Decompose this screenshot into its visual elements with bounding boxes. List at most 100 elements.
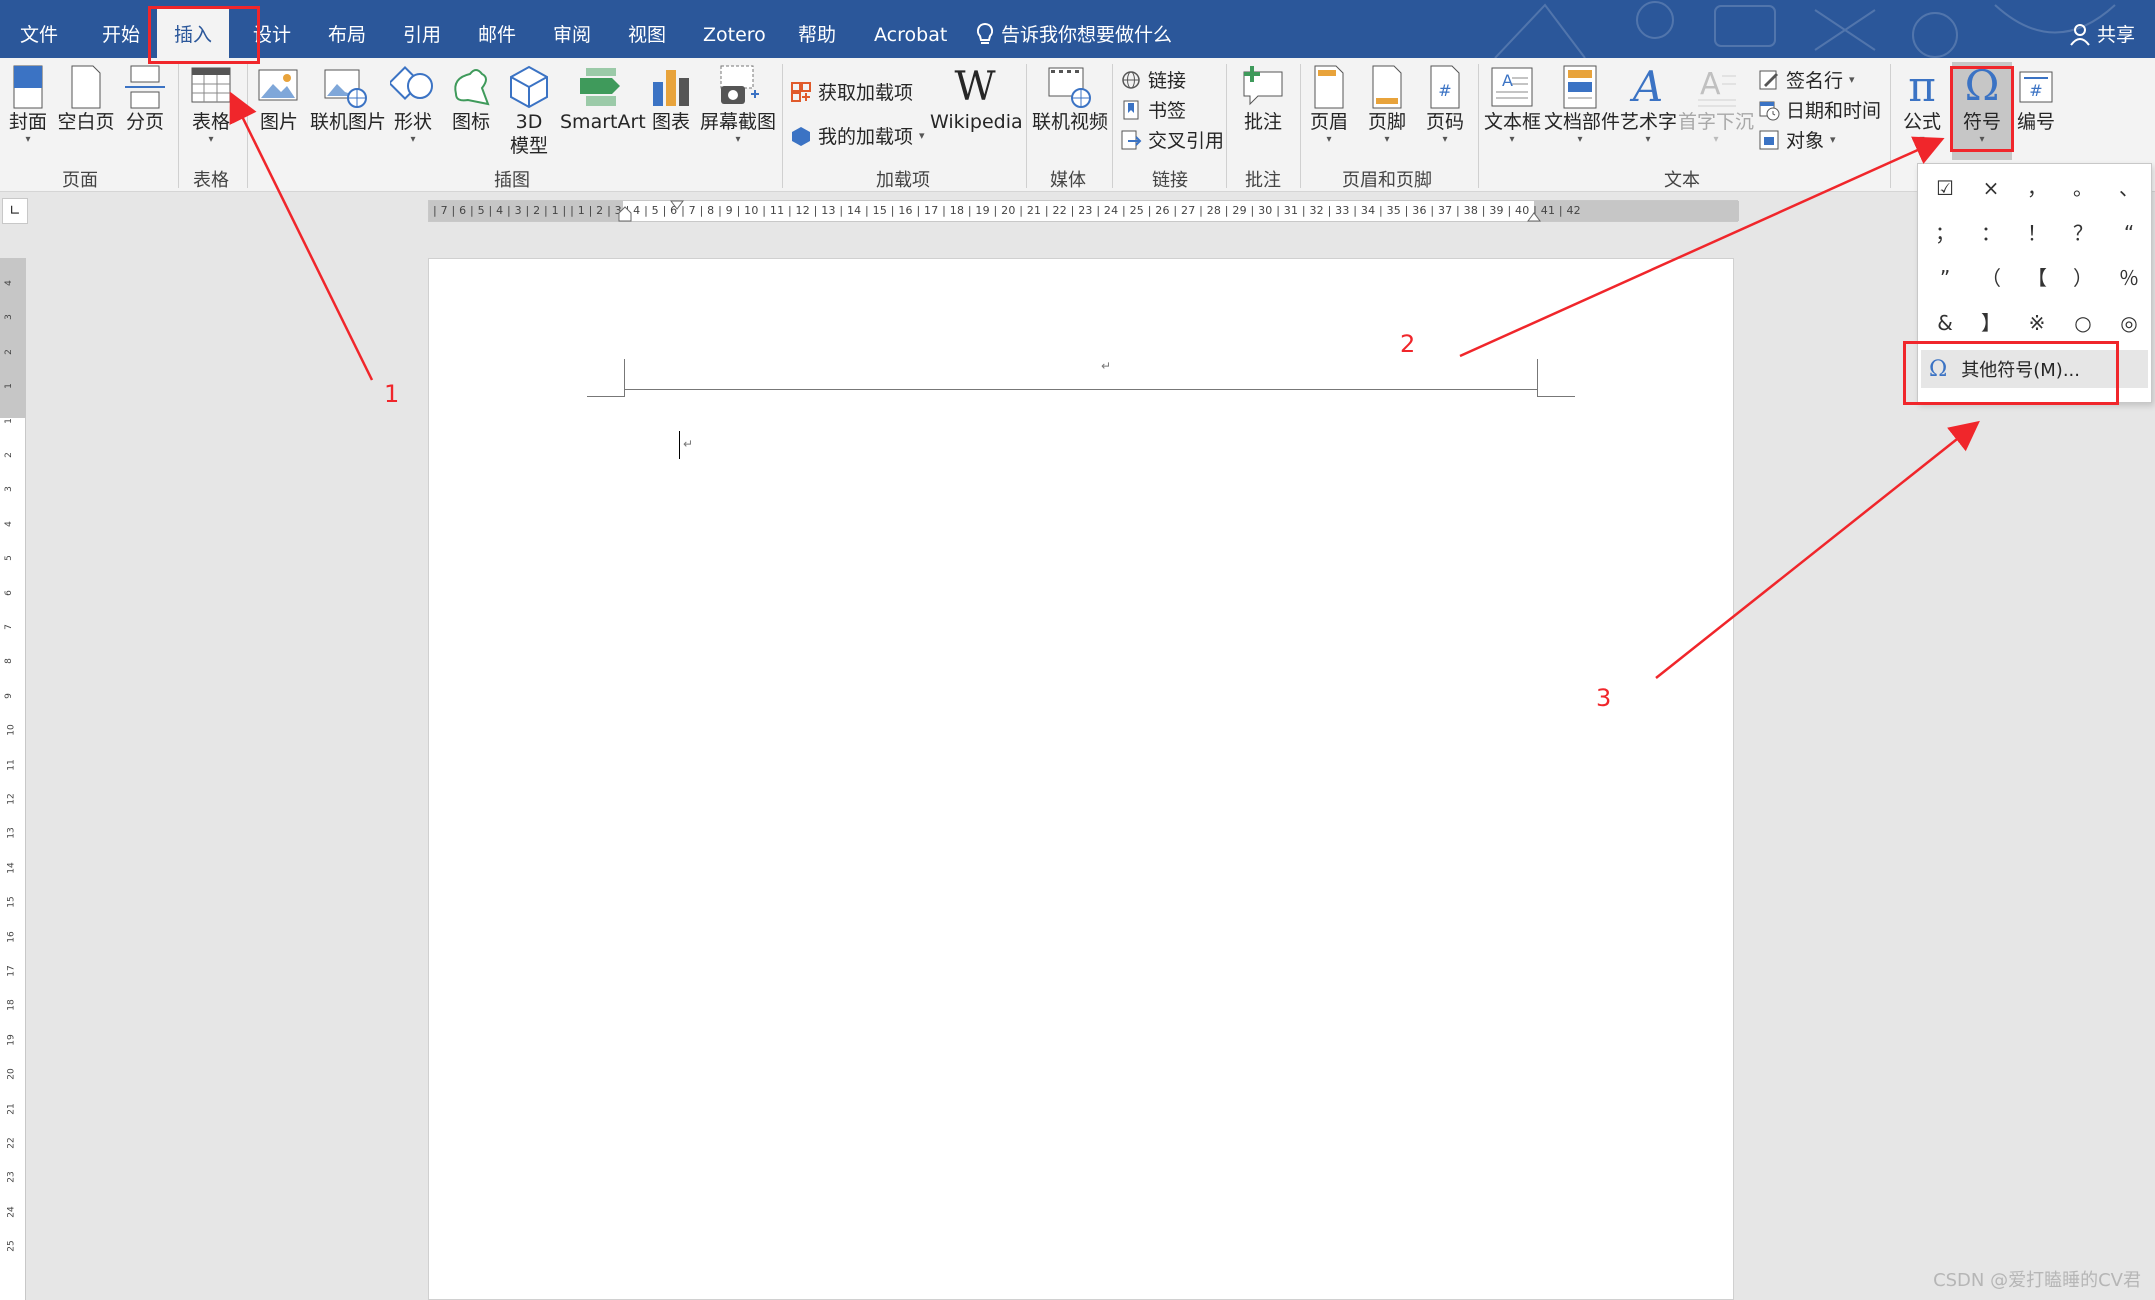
tab-view[interactable]: 视图 bbox=[628, 0, 666, 58]
signature-line-button[interactable]: 签名行 ▾ bbox=[1758, 66, 1855, 93]
number-button[interactable]: # 编号 bbox=[2010, 64, 2062, 134]
footer-icon bbox=[1372, 65, 1402, 109]
tab-zotero[interactable]: Zotero bbox=[703, 0, 766, 58]
drop-cap-button[interactable]: A 首字下沉 ▾ bbox=[1678, 64, 1754, 146]
chart-icon bbox=[653, 70, 689, 106]
vertical-ruler[interactable]: 4 3 2 1 1 2 3 4 5 6 7 8 9 10 11 12 13 14 15 16 17 18 19 20 21 22 2… bbox=[0, 258, 26, 1300]
get-addins-button[interactable]: 获取加载项 bbox=[790, 78, 913, 105]
blank-page-button[interactable]: 空白页 bbox=[56, 64, 116, 134]
horizontal-ruler[interactable]: | 7 | 6 | 5 | 4 | 3 | 2 | 1 | | 1 | 2 | … bbox=[428, 199, 1739, 225]
ruler-tick: 20 bbox=[6, 1068, 17, 1080]
chart-label: 图表 bbox=[651, 111, 690, 133]
date-time-label: 日期和时间 bbox=[1786, 100, 1882, 122]
online-video-button[interactable]: 联机视频 bbox=[1032, 64, 1108, 134]
wordart-button[interactable]: A 艺术字 ▾ bbox=[1620, 64, 1677, 146]
chevron-down-icon: ▾ bbox=[1577, 134, 1583, 145]
symbol-cell[interactable]: ） bbox=[2060, 256, 2106, 300]
chevron-down-icon: ▾ bbox=[1384, 134, 1390, 145]
wikipedia-button[interactable]: W Wikipedia bbox=[930, 64, 1023, 134]
tab-file[interactable]: 文件 bbox=[20, 0, 58, 58]
document-page[interactable]: ↵ ↵ bbox=[428, 258, 1734, 1300]
tab-acrobat[interactable]: Acrobat bbox=[874, 0, 947, 58]
symbol-cell[interactable]: ％ bbox=[2106, 256, 2152, 300]
symbol-cell[interactable]: ○ bbox=[2060, 301, 2106, 345]
shapes-button[interactable]: 形状 ▾ bbox=[388, 64, 438, 146]
ruler-tick: 1 bbox=[3, 383, 14, 390]
symbol-cell[interactable]: ※ bbox=[2014, 301, 2060, 345]
symbol-cell[interactable]: ◎ bbox=[2106, 301, 2152, 345]
symbol-cell[interactable]: ？ bbox=[2060, 211, 2106, 255]
symbol-cell[interactable]: ， bbox=[2014, 166, 2060, 210]
picture-button[interactable]: 图片 bbox=[256, 64, 302, 134]
cross-reference-button[interactable]: 交叉引用 bbox=[1120, 126, 1224, 153]
symbol-cell[interactable]: ： bbox=[1968, 211, 2014, 255]
text-box-button[interactable]: A 文本框 ▾ bbox=[1484, 64, 1541, 146]
symbol-cell[interactable]: 】 bbox=[1968, 301, 2014, 345]
text-box-icon: A bbox=[1491, 67, 1533, 107]
symbol-cell[interactable]: × bbox=[1968, 166, 2014, 210]
object-button[interactable]: 对象 ▾ bbox=[1758, 126, 1836, 153]
tab-references[interactable]: 引用 bbox=[403, 0, 441, 58]
ruler-numbers: | 7 | 6 | 5 | 4 | 3 | 2 | 1 | | 1 | 2 | … bbox=[433, 204, 1581, 217]
header-icon bbox=[1314, 65, 1344, 109]
tab-mailings[interactable]: 邮件 bbox=[478, 0, 516, 58]
symbol-cell[interactable]: 。 bbox=[2060, 166, 2106, 210]
online-pictures-button[interactable]: 联机图片 bbox=[310, 64, 386, 134]
tab-help[interactable]: 帮助 bbox=[798, 0, 836, 58]
symbol-cell[interactable]: （ bbox=[1968, 256, 2014, 300]
footer-label: 页脚 bbox=[1367, 111, 1406, 133]
symbol-cell[interactable]: ☑ bbox=[1922, 166, 1968, 210]
smartart-label: SmartArt bbox=[560, 111, 646, 133]
symbol-cell[interactable]: ！ bbox=[2014, 211, 2060, 255]
bookmark-label: 书签 bbox=[1148, 100, 1187, 122]
ruler-tick: 7 bbox=[3, 624, 14, 630]
tab-selector-button[interactable]: ∟ bbox=[2, 198, 28, 224]
3d-models-label-line2: 模型 bbox=[509, 135, 548, 157]
date-time-button[interactable]: 日期和时间 bbox=[1758, 96, 1881, 123]
smartart-button[interactable]: SmartArt bbox=[560, 64, 646, 134]
equation-label: 公式 bbox=[1902, 111, 1941, 133]
my-addins-button[interactable]: 我的加载项 ▾ bbox=[790, 122, 925, 149]
text-cursor bbox=[679, 431, 680, 459]
page-break-button[interactable]: 分页 bbox=[122, 64, 168, 134]
bookmark-button[interactable]: 书签 bbox=[1120, 96, 1186, 123]
comment-button[interactable]: 批注 bbox=[1236, 64, 1290, 134]
group-label-text: 文本 bbox=[1664, 170, 1700, 191]
equation-button[interactable]: π 公式 ▾ bbox=[1896, 64, 1948, 146]
link-button[interactable]: 链接 bbox=[1120, 66, 1186, 93]
first-line-indent-icon[interactable] bbox=[669, 199, 685, 213]
tell-me-search[interactable]: 告诉我你想要做什么 bbox=[975, 0, 1172, 58]
symbol-cell[interactable]: 、 bbox=[2106, 166, 2152, 210]
svg-text:#: # bbox=[1438, 81, 1451, 100]
right-indent-icon[interactable] bbox=[1526, 207, 1542, 223]
share-button[interactable]: 共享 bbox=[2069, 0, 2135, 58]
symbol-cell[interactable]: ” bbox=[1922, 256, 1968, 300]
online-video-icon bbox=[1048, 67, 1091, 108]
tab-layout[interactable]: 布局 bbox=[328, 0, 366, 58]
symbol-cell[interactable]: 【 bbox=[2014, 256, 2060, 300]
symbol-cell[interactable]: & bbox=[1922, 301, 1968, 345]
chevron-down-icon: ▾ bbox=[735, 134, 741, 145]
table-button[interactable]: 表格 ▾ bbox=[188, 64, 234, 146]
footer-button[interactable]: 页脚 ▾ bbox=[1364, 64, 1410, 146]
tab-review[interactable]: 审阅 bbox=[553, 0, 591, 58]
symbol-cell[interactable]: “ bbox=[2106, 211, 2152, 255]
cover-page-button[interactable]: 封面 ▾ bbox=[8, 64, 48, 146]
ruler-tick: 12 bbox=[6, 793, 17, 805]
online-picture-icon bbox=[324, 69, 367, 108]
page-break-icon bbox=[125, 65, 165, 109]
chart-button[interactable]: 图表 bbox=[648, 64, 694, 134]
ruler-tick: 1 bbox=[3, 417, 14, 424]
quick-parts-button[interactable]: 文档部件 ▾ bbox=[1544, 64, 1620, 146]
ruler-tick: 8 bbox=[3, 658, 14, 665]
symbol-cell[interactable]: ； bbox=[1922, 211, 1968, 255]
screenshot-button[interactable]: 屏幕截图 ▾ bbox=[700, 64, 776, 146]
addin-cube-icon bbox=[792, 126, 810, 146]
drop-cap-icon: A bbox=[1698, 67, 1736, 107]
tab-home[interactable]: 开始 bbox=[102, 0, 140, 58]
3d-models-button[interactable]: 3D 模型 bbox=[504, 64, 554, 158]
icons-button[interactable]: 图标 bbox=[448, 64, 494, 134]
page-number-button[interactable]: # 页码 ▾ bbox=[1422, 64, 1468, 146]
indent-marker-icon[interactable] bbox=[615, 199, 635, 225]
header-button[interactable]: 页眉 ▾ bbox=[1306, 64, 1352, 146]
